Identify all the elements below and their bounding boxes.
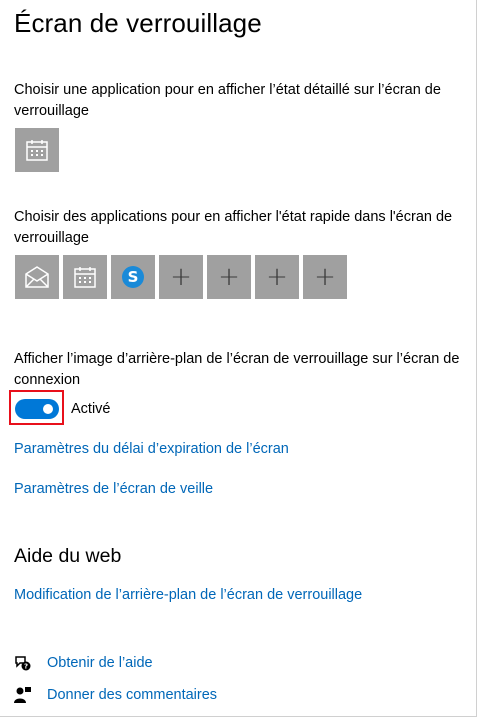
quick-status-add-app-1[interactable]: + — [159, 255, 203, 299]
plus-icon: + — [170, 262, 192, 292]
quick-status-add-app-3[interactable]: + — [255, 255, 299, 299]
screensaver-settings-link[interactable]: Paramètres de l’écran de veille — [14, 479, 213, 500]
toggle-state-label: Activé — [71, 401, 111, 417]
screen-timeout-settings-link[interactable]: Paramètres du délai d’expiration de l’éc… — [14, 439, 289, 460]
feedback-row[interactable]: Donner des commentaires — [14, 684, 217, 706]
quick-status-add-app-4[interactable]: + — [303, 255, 347, 299]
feedback-person-icon — [14, 686, 32, 704]
plus-icon: + — [314, 262, 336, 292]
get-help-row[interactable]: ? Obtenir de l’aide — [14, 652, 153, 674]
change-lock-background-link[interactable]: Modification de l’arrière-plan de l’écra… — [14, 585, 362, 606]
help-chat-icon: ? — [14, 654, 32, 672]
calendar-icon — [26, 140, 48, 161]
quick-status-app-calendar[interactable] — [63, 255, 107, 299]
skype-icon: S — [122, 266, 144, 288]
background-login-toggle[interactable] — [15, 399, 59, 419]
quick-status-add-app-2[interactable]: + — [207, 255, 251, 299]
plus-icon: + — [266, 262, 288, 292]
plus-icon: + — [218, 262, 240, 292]
feedback-link[interactable]: Donner des commentaires — [47, 685, 217, 706]
toggle-knob — [43, 404, 53, 414]
web-help-heading: Aide du web — [14, 545, 122, 567]
lock-screen-settings-page: Écran de verrouillage Choisir une applic… — [0, 0, 477, 717]
mail-icon — [25, 266, 49, 288]
background-login-label: Afficher l’image d’arrière-plan de l’écr… — [14, 351, 460, 388]
detailed-status-label: Choisir une application pour en afficher… — [14, 82, 441, 119]
quick-status-app-mail[interactable] — [15, 255, 59, 299]
svg-text:?: ? — [24, 663, 28, 671]
page-title: Écran de verrouillage — [14, 8, 262, 38]
get-help-link[interactable]: Obtenir de l’aide — [47, 653, 153, 674]
quick-status-label: Choisir des applications pour en affiche… — [14, 209, 453, 246]
calendar-icon — [74, 267, 96, 288]
quick-status-app-skype[interactable]: S — [111, 255, 155, 299]
detailed-status-app-tile[interactable] — [15, 128, 59, 172]
